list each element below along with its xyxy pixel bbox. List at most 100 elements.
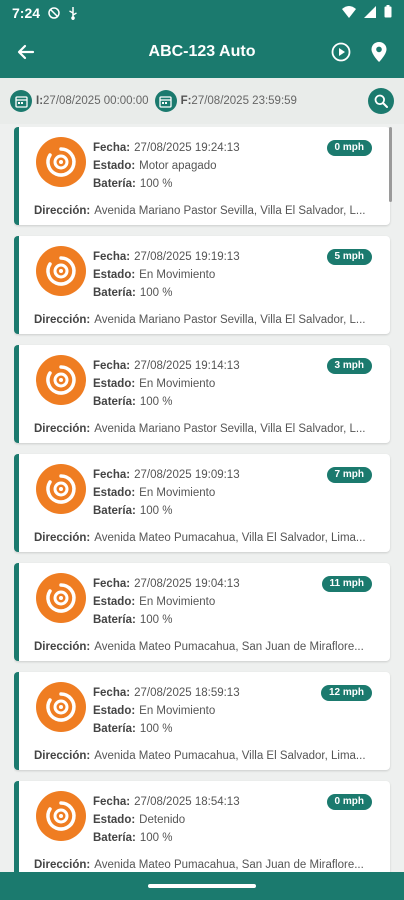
direccion-label: Dirección: (34, 314, 91, 326)
record-bateria: 100 % (139, 505, 173, 517)
record-card[interactable]: Fecha: 27/08/2025 18:59:13 Estado: En Movim… (14, 672, 390, 770)
speed-badge: 5 mph (326, 249, 372, 265)
bateria-label: Batería: (93, 723, 136, 735)
direccion-label: Dirección: (34, 205, 91, 217)
vehicle-status-icon (36, 246, 86, 296)
estado-label: Estado: (93, 160, 136, 172)
record-direccion: Avenida Mariano Pastor Sevilla, Villa El… (94, 423, 366, 435)
date-filter-bar: I:27/08/2025 00:00:00 F:27/08/2025 23:59… (0, 78, 404, 124)
end-date-filter[interactable]: F:27/08/2025 23:59:59 (154, 90, 297, 112)
arrow-back-icon (17, 44, 35, 60)
record-estado: En Movimiento (139, 487, 216, 499)
record-card[interactable]: Fecha: 27/08/2025 19:04:13 Estado: En Movim… (14, 563, 390, 661)
estado-label: Estado: (93, 814, 136, 826)
record-direccion: Avenida Mateo Pumacahua, San Juan de Mir… (94, 859, 364, 871)
page-title: ABC-123 Auto (148, 43, 256, 60)
location-pin-icon (371, 42, 387, 62)
speed-badge: 3 mph (326, 358, 372, 374)
fecha-label: Fecha: (93, 142, 131, 154)
record-bateria: 100 % (139, 178, 173, 190)
record-card[interactable]: Fecha: 27/08/2025 18:54:13 Estado: Detenido… (14, 781, 390, 872)
record-direccion: Avenida Mateo Pumacahua, San Juan de Mir… (94, 641, 364, 653)
vehicle-status-icon (36, 682, 86, 732)
fecha-label: Fecha: (93, 796, 131, 808)
signal-icon (364, 5, 376, 21)
fecha-label: Fecha: (93, 578, 131, 590)
map-location-button[interactable] (360, 26, 398, 78)
record-bateria: 100 % (139, 287, 173, 299)
record-estado: En Movimiento (139, 269, 216, 281)
record-bateria: 100 % (139, 396, 173, 408)
home-gesture-handle[interactable] (148, 884, 256, 888)
record-fecha: 27/08/2025 18:59:13 (134, 687, 240, 699)
calendar-icon (154, 90, 177, 112)
record-estado: En Movimiento (139, 596, 216, 608)
record-card[interactable]: Fecha: 27/08/2025 19:24:13 Estado: Motor ap… (14, 127, 390, 225)
system-nav-bar (0, 872, 404, 900)
fecha-label: Fecha: (93, 687, 131, 699)
fecha-label: Fecha: (93, 360, 131, 372)
play-circle-icon (331, 42, 351, 62)
record-list[interactable]: Fecha: 27/08/2025 19:24:13 Estado: Motor ap… (14, 127, 392, 872)
estado-label: Estado: (93, 378, 136, 390)
start-label: I: (36, 95, 44, 107)
vehicle-status-icon (36, 573, 86, 623)
record-estado: Detenido (139, 814, 186, 826)
record-card[interactable]: Fecha: 27/08/2025 19:14:13 Estado: En Movim… (14, 345, 390, 443)
calendar-icon (10, 90, 32, 112)
direccion-label: Dirección: (34, 859, 91, 871)
speed-badge: 7 mph (326, 467, 372, 483)
search-icon (374, 94, 388, 108)
direccion-label: Dirección: (34, 532, 91, 544)
record-direccion: Avenida Mariano Pastor Sevilla, Villa El… (94, 314, 366, 326)
direccion-label: Dirección: (34, 423, 91, 435)
estado-label: Estado: (93, 596, 136, 608)
bateria-label: Batería: (93, 287, 136, 299)
app-bar: ABC-123 Auto (0, 26, 404, 78)
bateria-label: Batería: (93, 614, 136, 626)
record-fecha: 27/08/2025 19:19:13 (134, 251, 240, 263)
end-date-value: 27/08/2025 23:59:59 (191, 95, 297, 107)
vehicle-status-icon (36, 137, 86, 187)
bateria-label: Batería: (93, 505, 136, 517)
bateria-label: Batería: (93, 178, 136, 190)
vehicle-status-icon (36, 464, 86, 514)
start-date-filter[interactable]: I:27/08/2025 00:00:00 (10, 90, 149, 112)
bateria-label: Batería: (93, 832, 136, 844)
direccion-label: Dirección: (34, 750, 91, 762)
start-date-value: 27/08/2025 00:00:00 (43, 95, 149, 107)
record-bateria: 100 % (139, 614, 173, 626)
record-card[interactable]: Fecha: 27/08/2025 19:19:13 Estado: En Movim… (14, 236, 390, 334)
speed-badge: 11 mph (321, 576, 372, 592)
estado-label: Estado: (93, 705, 136, 717)
fecha-label: Fecha: (93, 251, 131, 263)
record-estado: En Movimiento (139, 705, 216, 717)
usb-icon (68, 6, 78, 20)
bateria-label: Batería: (93, 396, 136, 408)
record-fecha: 27/08/2025 19:24:13 (134, 142, 240, 154)
record-fecha: 27/08/2025 19:09:13 (134, 469, 240, 481)
record-bateria: 100 % (139, 832, 173, 844)
speed-badge: 12 mph (320, 685, 372, 701)
fecha-label: Fecha: (93, 469, 131, 481)
record-direccion: Avenida Mariano Pastor Sevilla, Villa El… (94, 205, 366, 217)
no-disturb-icon (48, 7, 60, 19)
status-bar: 7:24 (0, 0, 404, 26)
record-direccion: Avenida Mateo Pumacahua, Villa El Salvad… (94, 532, 366, 544)
vehicle-status-icon (36, 355, 86, 405)
wifi-icon (342, 5, 356, 21)
record-bateria: 100 % (139, 723, 173, 735)
record-fecha: 27/08/2025 18:54:13 (134, 796, 240, 808)
speed-badge: 0 mph (326, 140, 372, 156)
record-direccion: Avenida Mateo Pumacahua, Villa El Salvad… (94, 750, 366, 762)
record-fecha: 27/08/2025 19:14:13 (134, 360, 240, 372)
back-button[interactable] (0, 26, 52, 78)
list-scrollbar[interactable] (389, 127, 392, 202)
estado-label: Estado: (93, 269, 136, 281)
end-label: F: (180, 95, 192, 107)
play-route-button[interactable] (322, 26, 360, 78)
record-card[interactable]: Fecha: 27/08/2025 19:09:13 Estado: En Movim… (14, 454, 390, 552)
record-estado: Motor apagado (139, 160, 217, 172)
record-estado: En Movimiento (139, 378, 216, 390)
search-button[interactable] (368, 88, 394, 114)
